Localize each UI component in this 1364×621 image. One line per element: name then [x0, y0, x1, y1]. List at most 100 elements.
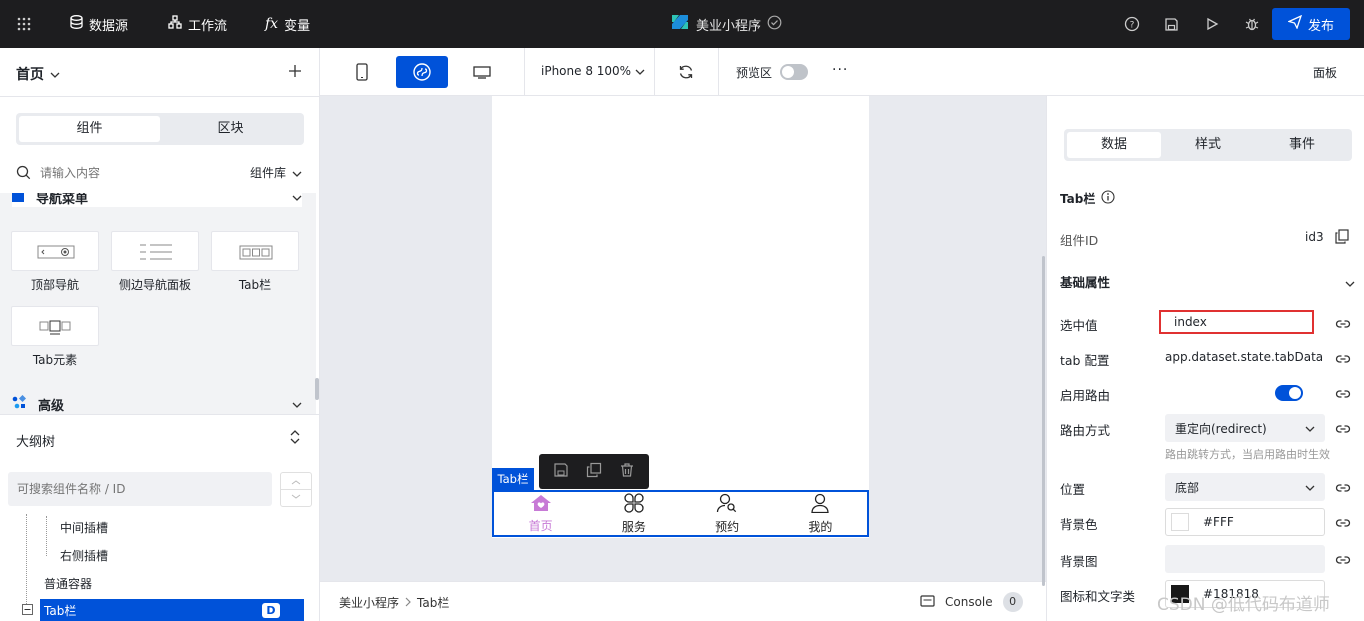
console-icon — [920, 594, 935, 610]
scrollbar[interactable] — [315, 378, 319, 400]
page-select[interactable]: 首页 — [16, 64, 60, 84]
workflow-label: 工作流 — [188, 18, 228, 34]
component-id-value: id3 — [1305, 230, 1324, 244]
tree-node[interactable]: 右侧插槽 — [60, 547, 108, 564]
tab-item-service[interactable]: 服务 — [587, 492, 680, 535]
selected-value-input[interactable]: index — [1159, 310, 1314, 334]
tab-style[interactable]: 样式 — [1161, 132, 1255, 158]
expand-collapse-icon[interactable] — [290, 430, 300, 448]
datasource-button[interactable]: 数据源 — [70, 0, 128, 48]
position-label: 位置 — [1060, 482, 1086, 497]
copy-icon[interactable] — [586, 462, 602, 482]
tab-item-icon — [39, 320, 71, 335]
tab-bar-icon — [239, 245, 273, 260]
panel-button[interactable]: 面板 — [1313, 64, 1337, 81]
add-page-icon[interactable] — [289, 65, 301, 81]
link-icon[interactable] — [1335, 316, 1351, 332]
link-icon[interactable] — [1335, 515, 1351, 531]
link-icon[interactable] — [1335, 421, 1351, 437]
component-id-label: 组件ID — [1060, 233, 1099, 248]
variables-button[interactable]: fx 变量 — [265, 0, 310, 48]
link-icon[interactable] — [1335, 386, 1351, 402]
outline-search-input[interactable] — [8, 472, 272, 506]
console-button[interactable]: Console 0 — [920, 592, 1023, 612]
tree-line — [26, 514, 27, 604]
component-card-top-nav[interactable] — [11, 231, 99, 271]
page-select-label: 首页 — [16, 67, 44, 83]
miniprogram-view-button[interactable] — [396, 56, 448, 88]
copy-icon[interactable] — [1335, 229, 1349, 248]
tree-node[interactable]: 普通容器 — [44, 575, 92, 592]
link-icon[interactable] — [1335, 351, 1351, 367]
tab-data[interactable]: 数据 — [1067, 132, 1161, 158]
divider — [0, 96, 319, 97]
publish-button[interactable]: 发布 — [1272, 8, 1350, 40]
group-nav-header[interactable]: 导航菜单 — [12, 193, 302, 207]
save-as-block-icon[interactable] — [553, 462, 569, 482]
mobile-view-icon[interactable] — [356, 63, 368, 85]
preview-toggle[interactable] — [780, 64, 808, 80]
publish-label: 发布 — [1307, 18, 1334, 34]
component-card-tab-item[interactable] — [11, 306, 99, 346]
svg-text:?: ? — [1130, 21, 1135, 31]
refresh-icon[interactable] — [678, 64, 694, 84]
tree-node[interactable]: 中间插槽 — [60, 519, 108, 536]
property-tabs: 数据 样式 事件 — [1064, 129, 1352, 161]
component-library-select[interactable]: 组件库 — [250, 164, 302, 181]
component-tabs: 组件 区块 — [16, 113, 304, 145]
tab-components[interactable]: 组件 — [19, 116, 160, 142]
chevron-down-icon — [1305, 480, 1315, 494]
apps-icon[interactable] — [16, 0, 32, 48]
route-mode-select[interactable]: 重定向(redirect) — [1165, 414, 1325, 442]
device-select[interactable]: iPhone 8 100% — [541, 64, 645, 78]
bug-icon[interactable] — [1244, 0, 1260, 48]
variables-label: 变量 — [284, 18, 311, 34]
collapse-node-icon[interactable] — [22, 604, 33, 619]
routing-toggle[interactable] — [1275, 385, 1303, 401]
tab-events[interactable]: 事件 — [1255, 132, 1349, 158]
bg-color-input[interactable]: #FFF — [1165, 508, 1325, 536]
bg-color-label: 背景色 — [1060, 517, 1098, 532]
tab-item-home[interactable]: 首页 — [494, 492, 587, 535]
save-icon[interactable] — [1164, 0, 1179, 48]
breadcrumb-item[interactable]: 美业小程序 — [339, 594, 399, 611]
tab-blocks[interactable]: 区块 — [160, 116, 301, 142]
workflow-button[interactable]: 工作流 — [168, 0, 227, 48]
bg-image-input[interactable] — [1165, 545, 1325, 573]
breadcrumb-item[interactable]: Tab栏 — [417, 594, 449, 611]
desktop-view-icon[interactable] — [473, 66, 491, 83]
color-swatch[interactable] — [1171, 513, 1189, 531]
component-search-input[interactable] — [40, 163, 220, 183]
component-card-tab-bar[interactable] — [211, 231, 299, 271]
tab-bar-preview[interactable]: 首页 服务 预约 我的 — [492, 490, 869, 537]
group-advanced-label: 高级 — [38, 398, 65, 414]
tab-item-booking[interactable]: 预约 — [681, 492, 774, 535]
chevron-down-icon[interactable] — [1345, 276, 1355, 291]
more-icon[interactable]: ··· — [832, 62, 848, 78]
link-icon[interactable] — [1335, 552, 1351, 568]
function-icon: fx — [265, 16, 279, 32]
position-select[interactable]: 底部 — [1165, 473, 1325, 501]
component-card-side-nav[interactable] — [111, 231, 199, 271]
divider — [524, 48, 525, 96]
help-icon[interactable]: ? — [1124, 0, 1140, 48]
delete-icon[interactable] — [619, 462, 635, 482]
section-basic-props[interactable]: 基础属性 — [1060, 272, 1110, 291]
position-value: 底部 — [1175, 480, 1200, 495]
console-count-badge: 0 — [1002, 592, 1023, 612]
grid-icon — [623, 492, 645, 517]
app-title[interactable]: 美业小程序 — [670, 0, 782, 48]
info-icon[interactable] — [1101, 190, 1115, 207]
chevron-down-icon — [50, 66, 60, 82]
route-hint: 路由跳转方式，当启用路由时生效 — [1165, 448, 1330, 461]
tab-item-mine[interactable]: 我的 — [774, 492, 867, 535]
scrollbar[interactable] — [1042, 256, 1045, 586]
component-action-bar — [539, 454, 649, 489]
play-icon[interactable] — [1205, 0, 1219, 48]
tree-node-selected[interactable]: Tab栏 D — [40, 599, 304, 621]
link-icon[interactable] — [1335, 480, 1351, 496]
group-advanced-header[interactable]: 高级 — [12, 394, 302, 414]
left-panel: 首页 组件 区块 组件库 导航菜单 顶部导航 侧边导航面板 — [0, 48, 320, 621]
outline-stepper[interactable] — [280, 472, 312, 507]
tab-config-value[interactable]: app.dataset.state.tabData — [1165, 350, 1323, 364]
